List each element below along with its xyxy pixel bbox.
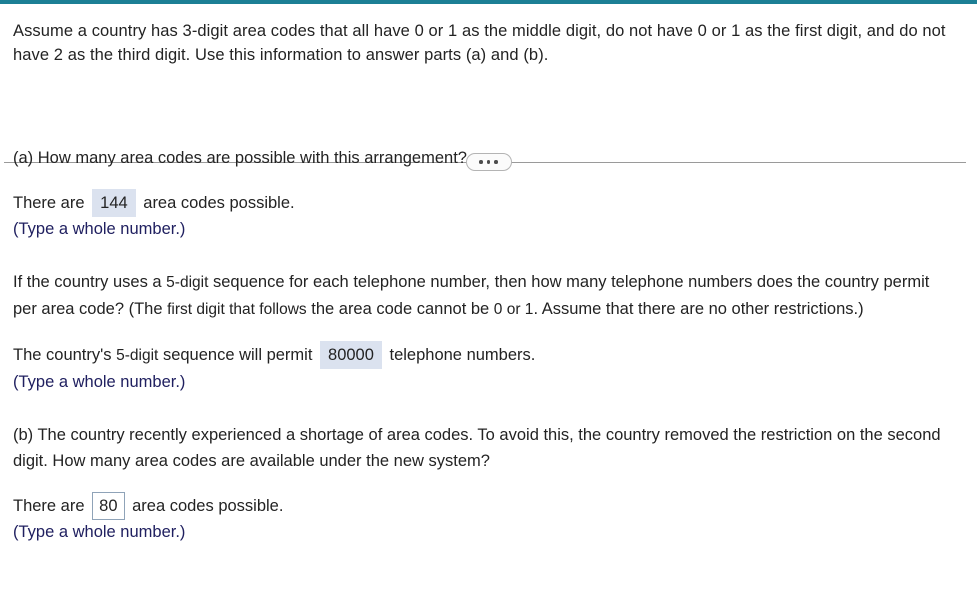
part-a2-question: If the country uses a 5-digit sequence f… [0, 269, 977, 323]
part-a2-answer-input[interactable]: 80000 [320, 341, 382, 369]
part-b-answer-suffix: area codes possible. [132, 497, 284, 515]
part-b-hint: (Type a whole number.) [13, 523, 186, 541]
part-a-block: (a) How many area codes are possible wit… [0, 145, 977, 241]
part-a2-answer-line: The country's 5-digit sequence will perm… [0, 341, 977, 370]
part-a2-block: If the country uses a 5-digit sequence f… [0, 269, 977, 394]
part-b-question: (b) The country recently experienced a s… [13, 426, 941, 470]
part-b-answer-prefix: There are [13, 497, 85, 515]
part-b-answer-line: There are 80 area codes possible. [0, 492, 977, 520]
part-a-hint: (Type a whole number.) [13, 220, 186, 238]
part-a-answer-suffix: area codes possible. [143, 194, 295, 212]
part-a2-answer-suffix: telephone numbers. [389, 346, 536, 364]
part-a2-answer-prefix-rest: sequence will permit [162, 346, 313, 364]
part-a-question: (a) How many area codes are possible wit… [13, 149, 467, 167]
parts-container: (a) How many area codes are possible wit… [0, 145, 977, 544]
q-run-1: If the country uses a [13, 273, 167, 291]
part-a-answer-input[interactable]: 144 [92, 189, 136, 217]
part-a-answer-line: There are 144 area codes possible. [0, 189, 977, 217]
part-a2-hint: (Type a whole number.) [13, 373, 186, 391]
q-run-3: the area code cannot be [306, 300, 494, 318]
q-run-4: . Assume that there are no other restric… [533, 300, 864, 318]
q-em-2: first digit that follows [167, 301, 307, 318]
part-a2-answer-prefix-em: 5-digit [116, 347, 159, 364]
problem-stem: Assume a country has 3-digit area codes … [13, 22, 946, 64]
part-a-answer-prefix: There are [13, 194, 85, 212]
part-a2-answer-prefix: The country's [13, 346, 112, 364]
part-b-answer-input[interactable]: 80 [92, 492, 125, 520]
q-em-3: 0 or 1 [493, 301, 534, 318]
q-em-1: 5-digit [166, 274, 209, 291]
part-b-block: (b) The country recently experienced a s… [0, 422, 977, 544]
content-area: Assume a country has 3-digit area codes … [0, 5, 977, 541]
